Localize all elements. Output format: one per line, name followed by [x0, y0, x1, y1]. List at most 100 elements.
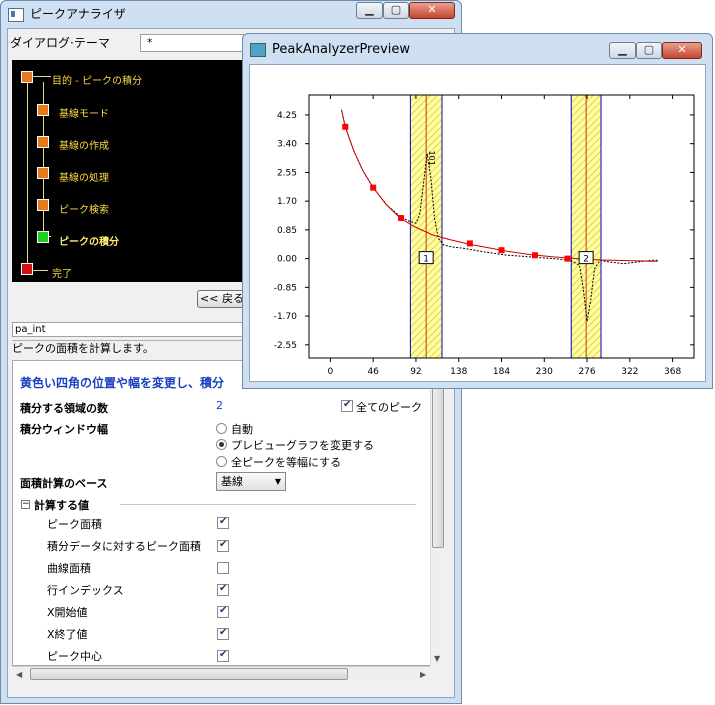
x-tick-label: 0	[328, 367, 334, 377]
peak-label: 101	[427, 150, 436, 165]
scroll-down-icon[interactable]: ▼	[434, 654, 440, 663]
app-icon	[8, 7, 24, 22]
maximize-button[interactable]: ▢	[383, 2, 409, 19]
y-tick-label: 1.70	[277, 197, 297, 207]
dialog-theme-label: ダイアログ·テーマ	[10, 36, 110, 50]
minimize-button[interactable]: ▁	[356, 2, 383, 19]
flow-node-create-baseline[interactable]	[37, 136, 49, 148]
minimize-icon: ▁	[618, 43, 627, 56]
flow-step-label: 完了	[52, 269, 72, 280]
x-start-checkbox[interactable]	[217, 605, 229, 618]
maximize-icon: ▢	[643, 43, 655, 56]
row-index-checkbox[interactable]	[217, 583, 229, 596]
flow-step-label: 目的 - ピークの積分	[52, 76, 142, 87]
chevron-down-icon: ▼	[274, 477, 281, 486]
region-label: 1	[423, 255, 429, 265]
y-tick-label: 3.40	[277, 140, 297, 150]
dialog-theme-combo[interactable]: *	[140, 34, 250, 52]
flow-step-label: 基線モード	[59, 109, 109, 120]
collapse-icon[interactable]: −	[21, 500, 30, 509]
y-tick-label: -1.70	[274, 312, 298, 322]
region-label: 2	[583, 255, 589, 265]
all-peaks-label: 全てのピーク	[356, 401, 422, 414]
baseline-anchor-point[interactable]	[531, 252, 538, 259]
preview-close-button[interactable]: ✕	[662, 42, 702, 59]
close-icon: ✕	[677, 43, 687, 56]
compute-item-label: 積分データに対するピーク面積	[47, 540, 201, 553]
x-tick-label: 368	[664, 367, 681, 377]
x-tick-label: 276	[578, 367, 595, 377]
compute-item-label: ピーク面積	[47, 518, 102, 531]
preview-title-bar[interactable]: PeakAnalyzerPreview	[250, 37, 410, 63]
compute-item-label: X開始値	[47, 606, 88, 619]
scroll-left-icon[interactable]: ◀	[16, 670, 22, 679]
y-tick-label: 0.00	[277, 255, 297, 265]
flow-node-find-peaks[interactable]	[37, 199, 49, 211]
radio-equal-width[interactable]	[216, 456, 227, 467]
scroll-right-icon[interactable]: ▶	[420, 670, 426, 679]
flow-connector	[27, 75, 28, 270]
peak-area-checkbox[interactable]	[217, 516, 229, 529]
preview-maximize-button[interactable]: ▢	[636, 42, 662, 59]
all-peaks-checkbox[interactable]	[341, 399, 353, 412]
close-button[interactable]: ✕	[409, 2, 455, 19]
compute-item-label: ピーク中心	[47, 650, 102, 663]
window-title: ピークアナライザ	[30, 7, 126, 21]
flow-step-label: 基線の作成	[59, 141, 109, 152]
baseline-anchor-point[interactable]	[342, 123, 349, 130]
baseline-anchor-point[interactable]	[466, 240, 473, 247]
radio-auto-label: 自動	[231, 423, 253, 436]
window-width-label: 積分ウィンドウ幅	[20, 423, 108, 436]
baseline-anchor-point[interactable]	[370, 184, 377, 191]
area-base-combo[interactable]: 基線 ▼	[216, 472, 286, 491]
flow-node-integrate-peaks[interactable]	[37, 231, 49, 243]
curve-area-checkbox[interactable]	[217, 562, 229, 574]
instruction-text: 黄色い四角の位置や幅を変更し、積分	[20, 376, 225, 390]
window-title-bar[interactable]: ピークアナライザ	[8, 0, 348, 28]
x-tick-label: 184	[493, 367, 510, 377]
y-tick-label: 4.25	[277, 111, 297, 121]
x-end-checkbox[interactable]	[217, 627, 229, 640]
plot-frame	[308, 94, 695, 359]
radio-equal-width-label: 全ピークを等幅にする	[231, 456, 342, 469]
baseline-anchor-point[interactable]	[498, 247, 505, 254]
baseline-curve	[341, 109, 658, 262]
area-base-label: 面積計算のベース	[20, 477, 108, 490]
back-button[interactable]: << 戻る	[197, 290, 247, 308]
peak-center-checkbox[interactable]	[217, 649, 229, 662]
compute-item-label: 行インデックス	[47, 584, 124, 597]
x-tick-label: 322	[621, 367, 638, 377]
horizontal-scroll-thumb[interactable]	[30, 668, 348, 680]
area-base-value: 基線	[221, 475, 243, 488]
flow-step-label: ピーク検索	[59, 205, 109, 216]
num-regions-value[interactable]: 2	[216, 399, 223, 412]
flow-node-baseline-mode[interactable]	[37, 104, 49, 116]
flow-node-goal[interactable]	[21, 71, 33, 83]
flow-step-label: 基線の処理	[59, 173, 109, 184]
baseline-anchor-point[interactable]	[564, 255, 571, 262]
section-divider	[120, 504, 416, 505]
vertical-scroll-thumb[interactable]	[432, 380, 444, 548]
compute-item-label: X終了値	[47, 628, 88, 641]
preview-chart[interactable]: 0 46 92 138 184 230 276 322 368 4.25 3.40 2.55 1.70 0…	[249, 64, 705, 381]
x-tick-label: 92	[410, 367, 421, 377]
minimize-icon: ▁	[365, 3, 374, 16]
flow-connector	[32, 270, 48, 271]
radio-auto[interactable]	[216, 423, 227, 434]
num-regions-label: 積分する領域の数	[20, 402, 108, 415]
preview-minimize-button[interactable]: ▁	[609, 42, 636, 59]
preview-title: PeakAnalyzerPreview	[272, 42, 411, 57]
y-tick-label: 0.85	[277, 226, 297, 236]
peak-area-integral-checkbox[interactable]	[217, 539, 229, 552]
flow-node-finish[interactable]	[21, 263, 33, 275]
close-icon: ✕	[427, 3, 437, 16]
step-description: ピークの面積を計算します。	[12, 340, 252, 357]
flow-node-treat-baseline[interactable]	[37, 167, 49, 179]
radio-change-preview[interactable]	[216, 439, 227, 450]
graph-app-icon	[250, 42, 266, 57]
y-tick-label: 2.55	[277, 168, 297, 178]
theme-name-field[interactable]: pa_int	[12, 322, 252, 337]
baseline-anchor-point[interactable]	[398, 215, 405, 222]
x-tick-label: 230	[536, 367, 553, 377]
flow-step-label-current: ピークの積分	[59, 237, 119, 248]
